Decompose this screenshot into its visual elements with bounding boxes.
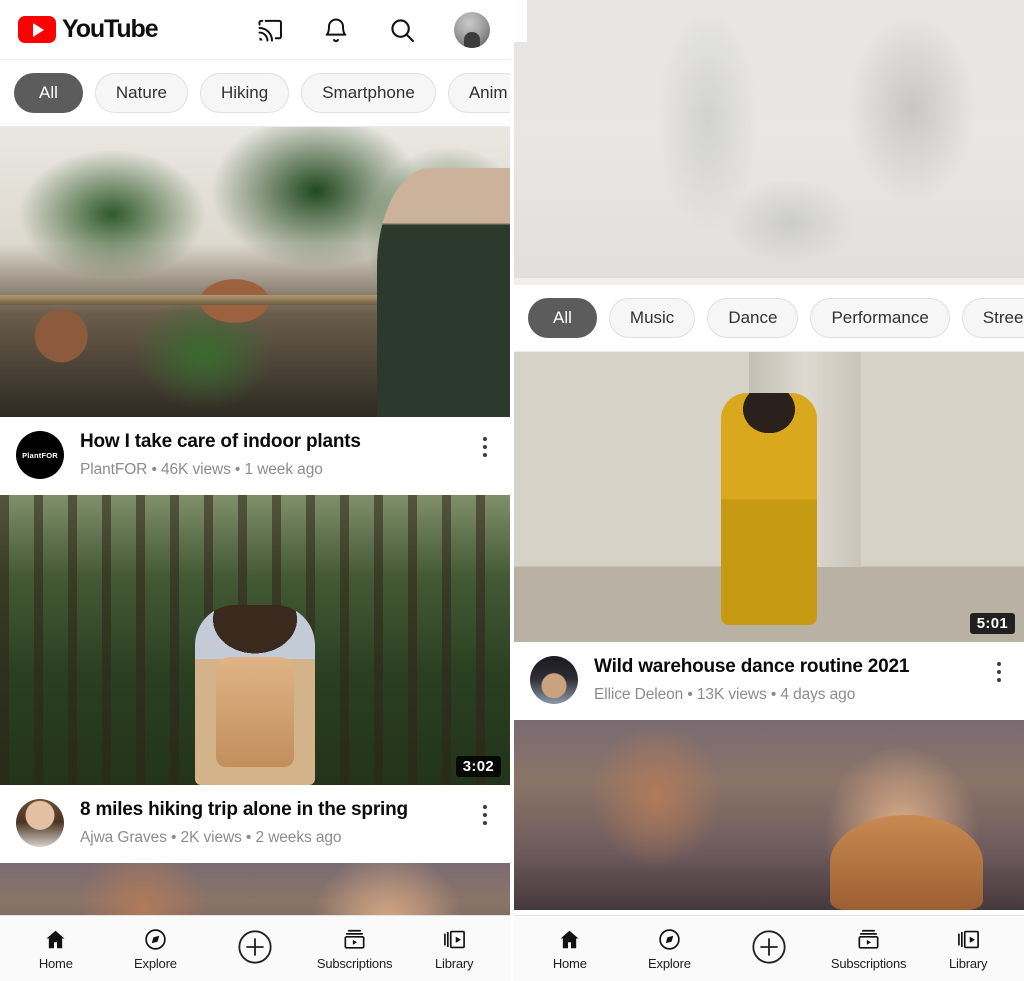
hero-video-guitar-player[interactable] <box>514 0 1024 285</box>
nav-label: Explore <box>648 956 691 971</box>
video-thumbnail-indoor-plants[interactable]: 10:32 <box>0 127 510 417</box>
brand-name: YouTube <box>62 15 159 43</box>
bell-icon[interactable] <box>322 16 350 44</box>
nav-label: Library <box>949 956 988 971</box>
youtube-play-badge-icon <box>18 16 56 43</box>
video-thumbnail-rooftop[interactable] <box>514 720 1024 910</box>
channel-avatar-label: PlantFOR <box>22 450 58 460</box>
nav-label: Home <box>38 956 73 971</box>
more-options-icon[interactable] <box>474 799 496 825</box>
chip-all[interactable]: All <box>528 298 597 338</box>
more-options-icon[interactable] <box>474 431 496 457</box>
search-icon[interactable] <box>388 16 416 44</box>
nav-label: Explore <box>134 956 177 971</box>
channel-avatar[interactable]: PlantFOR <box>16 431 64 479</box>
compass-icon <box>143 926 168 952</box>
video-meta-indoor-plants[interactable]: PlantFOR How I take care of indoor plant… <box>0 417 510 495</box>
video-meta-hiking[interactable]: 8 miles hiking trip alone in the spring … <box>0 785 510 863</box>
plus-circle-icon <box>235 929 275 964</box>
video-thumbnail-dance[interactable]: 5:01 <box>514 352 1024 642</box>
video-title[interactable]: 8 miles hiking trip alone in the spring <box>80 799 458 822</box>
video-subtitle: PlantFOR • 46K views • 1 week ago <box>80 460 323 478</box>
app-header: YouTube <box>0 0 510 60</box>
nav-item-subscriptions[interactable]: Subscriptions <box>307 926 403 971</box>
chip-anim[interactable]: Anim <box>447 73 510 113</box>
plus-circle-icon <box>749 929 789 964</box>
right-phone-panel: All Music Dance Performance Stree 5:01 W… <box>514 0 1024 981</box>
nav-item-create[interactable] <box>207 929 303 964</box>
subscriptions-icon <box>856 926 881 952</box>
home-icon <box>43 926 68 952</box>
video-title[interactable]: How I take care of indoor plants <box>80 431 458 454</box>
nav-label: Library <box>435 956 474 971</box>
dual-phone-screenshot: YouTube All Nature Hiking Smartphone Ani… <box>0 0 1024 981</box>
left-category-chip-row[interactable]: All Nature Hiking Smartphone Anim <box>0 60 510 127</box>
hero-overlay <box>514 0 1024 285</box>
avatar[interactable] <box>454 11 490 48</box>
channel-avatar[interactable] <box>530 656 578 704</box>
chip-all[interactable]: All <box>14 73 83 113</box>
nav-item-library[interactable]: Library <box>406 926 502 971</box>
cast-icon[interactable] <box>256 16 284 44</box>
video-subtitle: Ellice Deleon • 13K views • 4 days ago <box>594 685 856 703</box>
right-category-chip-row[interactable]: All Music Dance Performance Stree <box>514 285 1024 352</box>
chip-street[interactable]: Stree <box>961 298 1024 338</box>
video-duration-badge: 5:01 <box>969 613 1015 634</box>
nav-label: Subscriptions <box>316 956 393 971</box>
channel-avatar[interactable] <box>16 799 64 847</box>
video-meta-dance[interactable]: Wild warehouse dance routine 2021 Ellice… <box>514 642 1024 720</box>
nav-item-explore[interactable]: Explore <box>621 926 717 971</box>
video-progress-bar[interactable] <box>514 278 1024 285</box>
nav-item-library[interactable]: Library <box>920 926 1016 971</box>
chip-hiking[interactable]: Hiking <box>199 73 290 113</box>
left-phone-panel: YouTube All Nature Hiking Smartphone Ani… <box>0 0 510 981</box>
header-actions <box>256 11 496 48</box>
video-thumbnail-hiking[interactable]: 3:02 <box>0 495 510 785</box>
nav-item-explore[interactable]: Explore <box>107 926 203 971</box>
nav-label: Home <box>552 956 587 971</box>
video-subtitle: Ajwa Graves • 2K views • 2 weeks ago <box>80 828 342 846</box>
chip-dance[interactable]: Dance <box>707 298 799 338</box>
nav-item-subscriptions[interactable]: Subscriptions <box>821 926 917 971</box>
nav-item-create[interactable] <box>721 929 817 964</box>
backpack-shape <box>216 657 294 768</box>
subscriptions-icon <box>342 926 367 952</box>
dancer-figure <box>721 392 817 625</box>
video-duration-badge: 3:02 <box>455 756 501 777</box>
more-options-icon[interactable] <box>988 656 1010 682</box>
nav-item-home[interactable]: Home <box>522 926 618 971</box>
video-duration-badge: 10:32 <box>447 388 501 409</box>
chip-nature[interactable]: Nature <box>94 73 188 113</box>
library-icon <box>442 926 467 952</box>
chip-smartphone[interactable]: Smartphone <box>301 73 436 113</box>
library-icon <box>956 926 981 952</box>
youtube-logo[interactable]: YouTube <box>18 15 159 44</box>
home-icon <box>557 926 582 952</box>
compass-icon <box>657 926 682 952</box>
bottom-navigation-bar[interactable]: Home Explore Subscriptions Library <box>514 915 1024 981</box>
chip-performance[interactable]: Performance <box>810 298 950 338</box>
bottom-navigation-bar[interactable]: Home Explore Subscriptions Library <box>0 915 510 981</box>
nav-label: Subscriptions <box>830 956 907 971</box>
chip-music[interactable]: Music <box>608 298 696 338</box>
nav-item-home[interactable]: Home <box>8 926 104 971</box>
video-title[interactable]: Wild warehouse dance routine 2021 <box>594 656 972 679</box>
